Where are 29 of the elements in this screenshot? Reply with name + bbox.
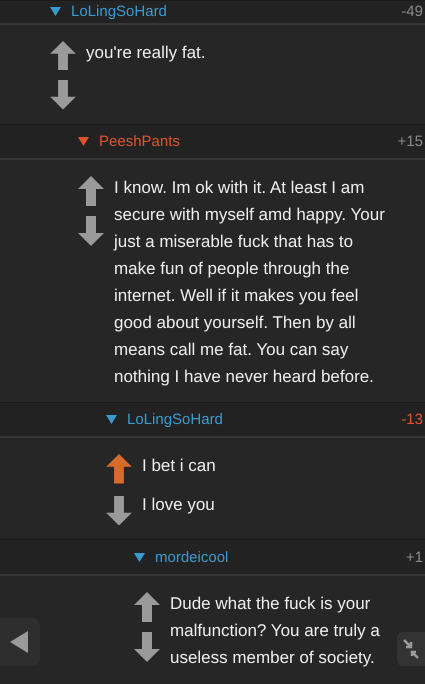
downvote-arrow-icon[interactable] [134,632,160,662]
comment-score: -49 [401,3,423,20]
comment-text: you're really fat. [86,42,206,64]
collapse-triangle-icon[interactable] [50,7,61,16]
back-button[interactable] [0,618,40,666]
comment-text: I know. Im ok with it. At least I am secure with myself amd happy. Your just a miserable fuck that has to make fun of people through the internet. Well if it makes you feel good about yourself. Then by all means call me fat. You can say nothing I have never heard before. [114,177,386,388]
comment-text: Dude what the fuck is your malfunction? You are truly a useless member of society. [170,593,381,669]
downvote-arrow-icon[interactable] [106,496,132,526]
back-triangle-icon [10,631,28,653]
upvote-arrow-icon[interactable] [134,592,160,622]
comment-author[interactable]: LoLingSoHard [71,3,167,20]
shrink-arrows-icon [402,638,420,660]
upvote-arrow-icon[interactable] [78,176,104,206]
collapse-button[interactable] [397,632,425,666]
downvote-arrow-icon[interactable] [78,216,104,246]
upvote-arrow-icon[interactable] [50,40,76,70]
collapse-triangle-icon[interactable] [106,415,117,424]
collapse-triangle-icon[interactable] [134,552,145,562]
comment-score: +1 [406,548,423,566]
comment-author[interactable]: mordeicool [155,548,228,566]
comment-author[interactable]: LoLingSoHard [127,411,223,428]
comment-score: +15 [398,133,423,150]
comment-score: -13 [401,411,423,428]
comment-author[interactable]: PeeshPants [99,133,180,150]
comment-text: I love you [142,494,216,516]
upvote-arrow-icon[interactable] [106,454,132,484]
comment-text: I bet i can [142,455,216,478]
downvote-arrow-icon[interactable] [50,80,76,110]
collapse-triangle-icon[interactable] [78,137,89,146]
